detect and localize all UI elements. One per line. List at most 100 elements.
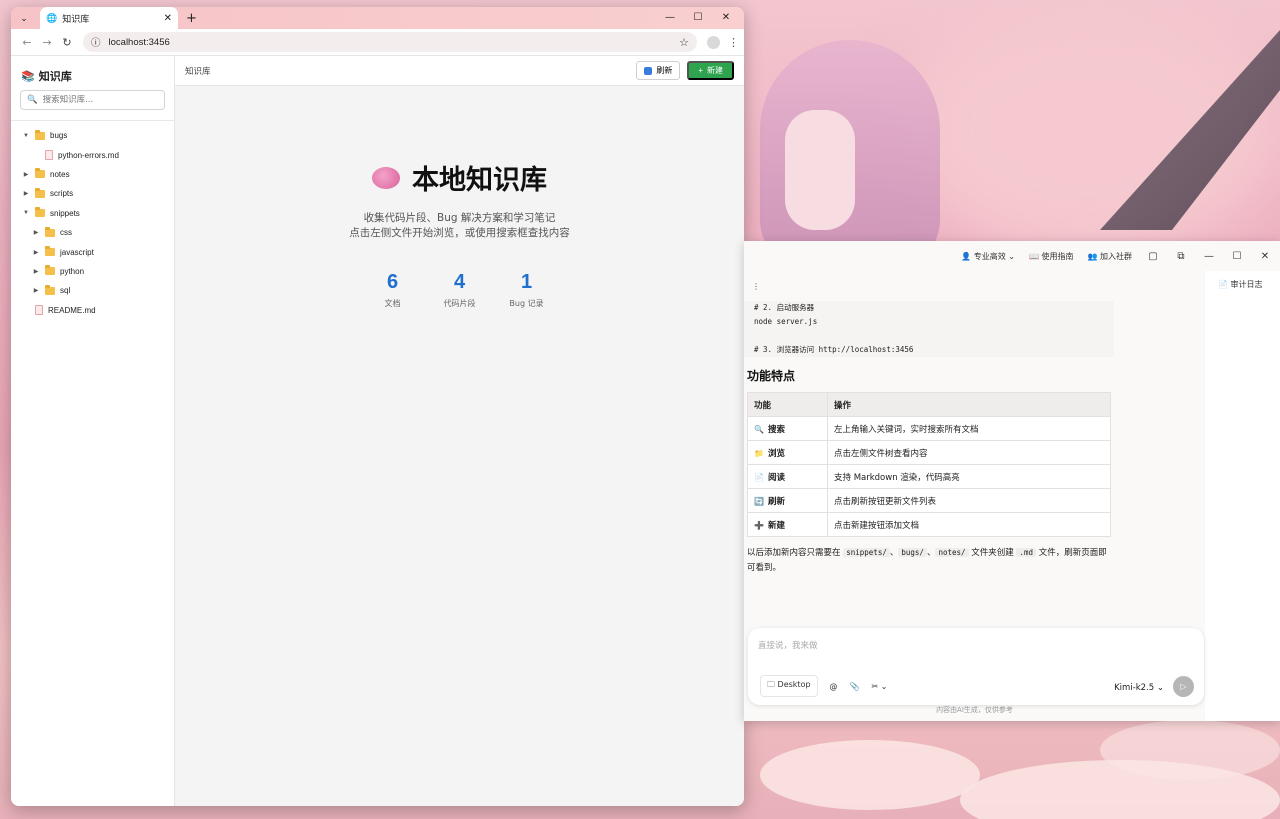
kimi-close-button[interactable]: ✕ bbox=[1258, 251, 1272, 262]
refresh-icon bbox=[644, 66, 653, 75]
more-icon[interactable]: ⋮ bbox=[752, 282, 760, 291]
address-bar[interactable]: ⓘ localhost:3456 ☆ bbox=[83, 32, 697, 52]
action-cell: 点击新建按钮添加文档 bbox=[827, 512, 1111, 537]
search-box: 🔍 bbox=[20, 90, 165, 110]
caret-right-icon[interactable]: ▶ bbox=[31, 287, 41, 294]
menu-kebab-icon[interactable]: ⋮ bbox=[728, 36, 739, 49]
tree-item-label: bugs bbox=[50, 131, 68, 141]
table-header: 功能 bbox=[747, 392, 828, 417]
chat-input-placeholder: 直接说，我来做 bbox=[758, 641, 818, 651]
wallpaper-cloud bbox=[1100, 720, 1280, 780]
caret-right-icon[interactable]: ▶ bbox=[31, 249, 41, 256]
model-selector[interactable]: Kimi-k2.5 ⌄ bbox=[1114, 683, 1164, 693]
tree-item[interactable]: ▶ scripts bbox=[11, 184, 174, 203]
folder-icon bbox=[35, 168, 45, 179]
reload-icon[interactable]: ↻ bbox=[57, 36, 77, 49]
profile-icon[interactable] bbox=[707, 35, 720, 49]
tree-item[interactable]: README.md bbox=[11, 301, 174, 320]
site-info-icon[interactable]: ⓘ bbox=[91, 35, 101, 49]
tools-icon[interactable]: ✂ ⌄ bbox=[872, 682, 888, 691]
tree-item-label: python bbox=[60, 266, 85, 276]
new-button[interactable]: + 新建 bbox=[687, 61, 734, 80]
kimi-minimize-button[interactable]: — bbox=[1202, 251, 1216, 262]
tab-title: 知识库 bbox=[62, 13, 90, 24]
para-text: 文件夹创建 bbox=[971, 548, 1014, 558]
tree-item-label: sql bbox=[60, 286, 71, 296]
stat-number: 4 bbox=[453, 271, 466, 293]
guide-button[interactable]: 📖 使用指南 bbox=[1029, 251, 1074, 262]
file-icon bbox=[35, 305, 43, 316]
folder-icon bbox=[35, 129, 45, 140]
refresh-button[interactable]: 刷新 bbox=[636, 61, 681, 80]
caret-down-icon[interactable]: ▼ bbox=[21, 133, 31, 139]
tree-item[interactable]: ▶ css bbox=[11, 223, 174, 242]
community-button[interactable]: 👥 加入社群 bbox=[1087, 251, 1132, 262]
kimi-window: 👤 专业高效 ⌄ 📖 使用指南 👥 加入社群 ▢ ⧉ — ☐ ✕ ⋮ 📄 审计日… bbox=[744, 241, 1280, 721]
chat-input-box[interactable]: 直接说，我来做 🗀 Desktop @ 📎 ✂ ⌄ Kimi-k2.5 ⌄ ▷ bbox=[748, 628, 1204, 705]
caret-right-icon[interactable]: ▶ bbox=[21, 190, 31, 197]
tree-item[interactable]: ▶ python bbox=[11, 262, 174, 281]
tab-close-icon[interactable]: ✕ bbox=[164, 13, 172, 24]
tree-item[interactable]: ▶ sql bbox=[11, 281, 174, 300]
feature-cell: 📄 阅读 bbox=[747, 464, 828, 489]
tree-item[interactable]: ▶ javascript bbox=[11, 242, 174, 261]
tree-item[interactable]: python-errors.md bbox=[11, 145, 174, 164]
url-text: localhost:3456 bbox=[108, 36, 170, 48]
code-line: node server.js bbox=[754, 317, 818, 326]
caret-down-icon[interactable]: ▼ bbox=[21, 210, 31, 216]
caret-right-icon[interactable]: ▶ bbox=[21, 171, 31, 178]
tree-item[interactable]: ▶ notes bbox=[11, 165, 174, 184]
close-button[interactable]: ✕ bbox=[712, 7, 740, 29]
tree-item[interactable]: ▼ bugs bbox=[11, 126, 174, 145]
brain-icon bbox=[372, 166, 400, 189]
folder-icon bbox=[45, 284, 55, 295]
stat-docs: 6 文档 bbox=[370, 271, 415, 309]
kimi-maximize-button[interactable]: ☐ bbox=[1230, 251, 1244, 262]
new-tab-button[interactable]: + bbox=[186, 11, 197, 26]
action-cell: 点击刷新按钮更新文件列表 bbox=[827, 488, 1111, 513]
sidebar: 📚 知识库 🔍 ▼ bugs python-errors.md ▶ notes ▶ scri… bbox=[11, 56, 175, 806]
kimi-chat-header: ⋮ 📄 审计日志 bbox=[744, 271, 1263, 301]
folder-icon bbox=[45, 246, 55, 257]
feature-name: 新建 bbox=[767, 520, 785, 531]
code-line: # 3. 浏览器访问 http://localhost:3456 bbox=[754, 345, 914, 354]
welcome-title-text: 本地知识库 bbox=[412, 165, 547, 196]
mention-icon[interactable]: @ bbox=[830, 682, 838, 691]
stat-bugs: 1 Bug 记录 bbox=[504, 271, 549, 309]
features-heading: 功能特点 bbox=[747, 369, 796, 383]
feature-cell: ➕ 新建 bbox=[747, 512, 828, 537]
bookmark-star-icon[interactable]: ☆ bbox=[679, 36, 689, 49]
code-line: # 2. 启动服务器 bbox=[754, 303, 815, 312]
caret-right-icon[interactable]: ▶ bbox=[31, 229, 41, 236]
mode-selector[interactable]: 👤 专业高效 ⌄ bbox=[961, 251, 1015, 262]
forward-icon[interactable]: → bbox=[37, 36, 57, 49]
back-icon[interactable]: ← bbox=[17, 36, 37, 49]
browser-tab[interactable]: 🌐 知识库 ✕ bbox=[40, 7, 178, 29]
sidebar-title: 📚 知识库 bbox=[11, 56, 174, 90]
minimize-button[interactable]: — bbox=[656, 7, 684, 29]
sidebar-title-text: 知识库 bbox=[38, 70, 72, 83]
maximize-button[interactable]: ☐ bbox=[684, 7, 712, 29]
tab-search-button[interactable]: ⌄ bbox=[14, 9, 34, 29]
folder-icon bbox=[35, 207, 45, 218]
instructions-paragraph: 以后添加新内容只需要在 snippets/、 bugs/、 notes/ 文件夹创建… bbox=[747, 545, 1113, 576]
search-input[interactable] bbox=[42, 95, 158, 105]
window-switch-icon[interactable]: ⧉ bbox=[1174, 251, 1188, 262]
tree-item[interactable]: ▼ snippets bbox=[11, 204, 174, 223]
stat-snippets: 4 代码片段 bbox=[437, 271, 482, 309]
desktop-chip[interactable]: 🗀 Desktop bbox=[760, 675, 818, 697]
stat-number: 6 bbox=[386, 271, 399, 293]
table-row: 🔍 搜索 左上角输入关键词，实时搜索所有文档 bbox=[747, 416, 1111, 441]
caret-right-icon[interactable]: ▶ bbox=[31, 268, 41, 275]
send-button[interactable]: ▷ bbox=[1173, 676, 1194, 697]
audit-log-button[interactable]: 📄 审计日志 bbox=[1218, 279, 1280, 290]
guide-label: 使用指南 bbox=[1041, 251, 1074, 261]
folder-icon bbox=[45, 226, 55, 237]
address-bar-row: ← → ↻ ⓘ localhost:3456 ☆ ⋮ bbox=[11, 29, 744, 56]
file-tree: ▼ bugs python-errors.md ▶ notes ▶ scripts ▼ snip… bbox=[11, 121, 174, 320]
feedback-icon[interactable]: ▢ bbox=[1146, 251, 1160, 262]
welcome-title: 本地知识库 bbox=[175, 158, 744, 197]
audit-log-label: 审计日志 bbox=[1230, 280, 1263, 289]
mode-label: 专业高效 bbox=[973, 251, 1006, 261]
attach-icon[interactable]: 📎 bbox=[850, 682, 860, 691]
